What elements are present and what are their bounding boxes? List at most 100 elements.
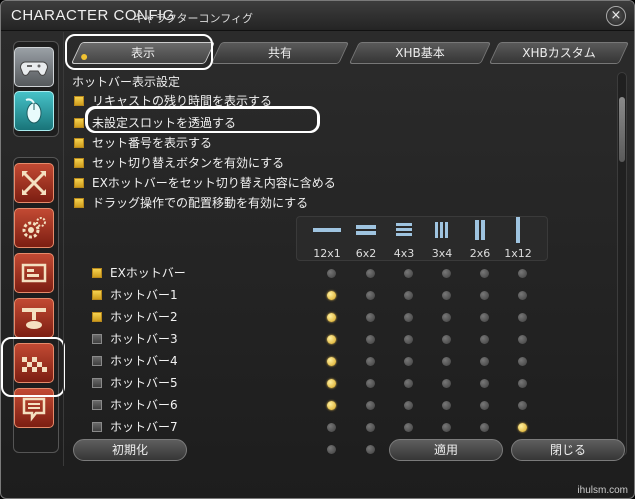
category-nameplate-button[interactable] <box>14 298 54 338</box>
layout-radio-3x4[interactable] <box>442 313 451 322</box>
hotbar-visible-checkbox[interactable] <box>92 268 102 278</box>
checkbox[interactable] <box>74 178 84 188</box>
layout-radio-3x4[interactable] <box>442 291 451 300</box>
layout-radio-4x3[interactable] <box>404 313 413 322</box>
hotbar-visible-checkbox[interactable] <box>92 290 102 300</box>
layout-radio-3x4[interactable] <box>442 423 451 432</box>
hotbar-row[interactable]: ホットバー3 <box>92 329 178 349</box>
layout-radio-1x12[interactable] <box>518 313 527 322</box>
layout-radio-12x1[interactable] <box>327 335 336 344</box>
reset-button[interactable]: 初期化 <box>73 439 187 461</box>
option-set-number[interactable]: セット番号を表示する <box>74 133 212 153</box>
layout-radio-4x3[interactable] <box>404 401 413 410</box>
close-window-button[interactable]: × <box>606 6 626 26</box>
layout-radio-1x12[interactable] <box>518 357 527 366</box>
layout-radio-4x3[interactable] <box>404 335 413 344</box>
option-set-switch[interactable]: セット切り替えボタンを有効にする <box>74 153 285 173</box>
layout-radio-2x6[interactable] <box>480 401 489 410</box>
layout-radio-12x1[interactable] <box>327 401 336 410</box>
layout-radio-4x3[interactable] <box>404 379 413 388</box>
hotbar-row[interactable]: ホットバー4 <box>92 351 178 371</box>
layout-radio-2x6[interactable] <box>480 269 489 278</box>
mouse-mode-button[interactable] <box>14 91 54 131</box>
layout-radio-12x1[interactable] <box>327 423 336 432</box>
hotbar-label: ホットバー3 <box>110 332 178 346</box>
close-button[interactable]: 閉じる <box>511 439 625 461</box>
layout-radio-3x4[interactable] <box>442 401 451 410</box>
hotbar-visible-checkbox[interactable] <box>92 400 102 410</box>
layout-radio-4x3[interactable] <box>404 423 413 432</box>
layout-radio-2x6[interactable] <box>480 313 489 322</box>
layout-radio-6x2[interactable] <box>366 269 375 278</box>
layout-radio-2x6[interactable] <box>480 291 489 300</box>
hotbar-visible-checkbox[interactable] <box>92 356 102 366</box>
layout-radio-4x3[interactable] <box>404 269 413 278</box>
scrollbar-thumb[interactable] <box>619 97 625 162</box>
layout-radio-4x3[interactable] <box>404 357 413 366</box>
layout-radio-12x1[interactable] <box>327 269 336 278</box>
hotbar-row[interactable]: ホットバー7 <box>92 417 178 437</box>
checkbox[interactable] <box>74 96 84 106</box>
layout-radio-1x12[interactable] <box>518 269 527 278</box>
layout-radio-12x1[interactable] <box>327 313 336 322</box>
hotbar-row[interactable]: ホットバー6 <box>92 395 178 415</box>
layout-radio-1x12[interactable] <box>518 335 527 344</box>
gamepad-mode-button[interactable] <box>14 47 54 87</box>
checkbox[interactable] <box>74 198 84 208</box>
layout-radio-3x4[interactable] <box>442 269 451 278</box>
layout-radio-1x12[interactable] <box>518 291 527 300</box>
hotbar-row[interactable]: ホットバー2 <box>92 307 178 327</box>
hotbar-visible-checkbox[interactable] <box>92 378 102 388</box>
layout-radio-6x2[interactable] <box>366 335 375 344</box>
layout-radio-2x6[interactable] <box>480 357 489 366</box>
layout-radio-6x2[interactable] <box>366 379 375 388</box>
hotbar-label: EXホットバー <box>110 266 186 280</box>
category-general-button[interactable] <box>14 163 54 203</box>
layout-radio-3x4[interactable] <box>442 335 451 344</box>
tab-label: XHB基本 <box>395 46 445 60</box>
layout-radio-6x2[interactable] <box>366 291 375 300</box>
watermark: ihulsm.com <box>577 485 628 496</box>
layout-radio-2x6[interactable] <box>480 423 489 432</box>
hotbar-row[interactable]: EXホットバー <box>92 263 186 283</box>
hotbar-visible-checkbox[interactable] <box>92 334 102 344</box>
layout-radio-6x2[interactable] <box>366 401 375 410</box>
hotbar-label: ホットバー5 <box>110 376 178 390</box>
hotbar-visible-checkbox[interactable] <box>92 422 102 432</box>
layout-radio-6x2[interactable] <box>366 445 375 454</box>
layout-radio-4x3[interactable] <box>404 291 413 300</box>
option-label: セット切り替えボタンを有効にする <box>92 156 285 170</box>
layout-radio-3x4[interactable] <box>442 379 451 388</box>
category-ui-button[interactable] <box>14 253 54 293</box>
tab-xhb-custom[interactable]: XHBカスタム <box>488 42 630 64</box>
title-bar[interactable]: CHARACTER CONFIG キャラクターコンフィグ × <box>1 1 634 31</box>
hotbar-row[interactable]: ホットバー5 <box>92 373 178 393</box>
layout-radio-1x12[interactable] <box>518 401 527 410</box>
scrollbar[interactable] <box>617 72 627 456</box>
checkbox[interactable] <box>74 118 84 128</box>
checkbox[interactable] <box>74 138 84 148</box>
layout-label: 4x3 <box>393 247 415 260</box>
layout-radio-1x12[interactable] <box>518 423 527 432</box>
layout-radio-2x6[interactable] <box>480 335 489 344</box>
layout-radio-6x2[interactable] <box>366 313 375 322</box>
hotbar-visible-checkbox[interactable] <box>92 312 102 322</box>
layout-radio-3x4[interactable] <box>442 357 451 366</box>
category-system-button[interactable] <box>14 208 54 248</box>
hotbar-row[interactable]: ホットバー1 <box>92 285 178 305</box>
layout-radio-12x1[interactable] <box>327 291 336 300</box>
tab-shared[interactable]: 共有 <box>210 42 350 64</box>
layout-radio-6x2[interactable] <box>366 357 375 366</box>
layout-radio-12x1[interactable] <box>327 379 336 388</box>
checkbox[interactable] <box>74 158 84 168</box>
option-ex-hotbar-switch[interactable]: EXホットバーをセット切り替え内容に含める <box>74 173 336 193</box>
option-drag-move[interactable]: ドラッグ操作での配置移動を有効にする <box>74 193 308 213</box>
gear-icon <box>22 217 46 239</box>
layout-radio-1x12[interactable] <box>518 379 527 388</box>
apply-button[interactable]: 適用 <box>389 439 503 461</box>
layout-radio-6x2[interactable] <box>366 423 375 432</box>
layout-radio-2x6[interactable] <box>480 379 489 388</box>
layout-radio-12x1[interactable] <box>327 445 336 454</box>
layout-radio-12x1[interactable] <box>327 357 336 366</box>
tab-xhb-basic[interactable]: XHB基本 <box>348 42 492 64</box>
